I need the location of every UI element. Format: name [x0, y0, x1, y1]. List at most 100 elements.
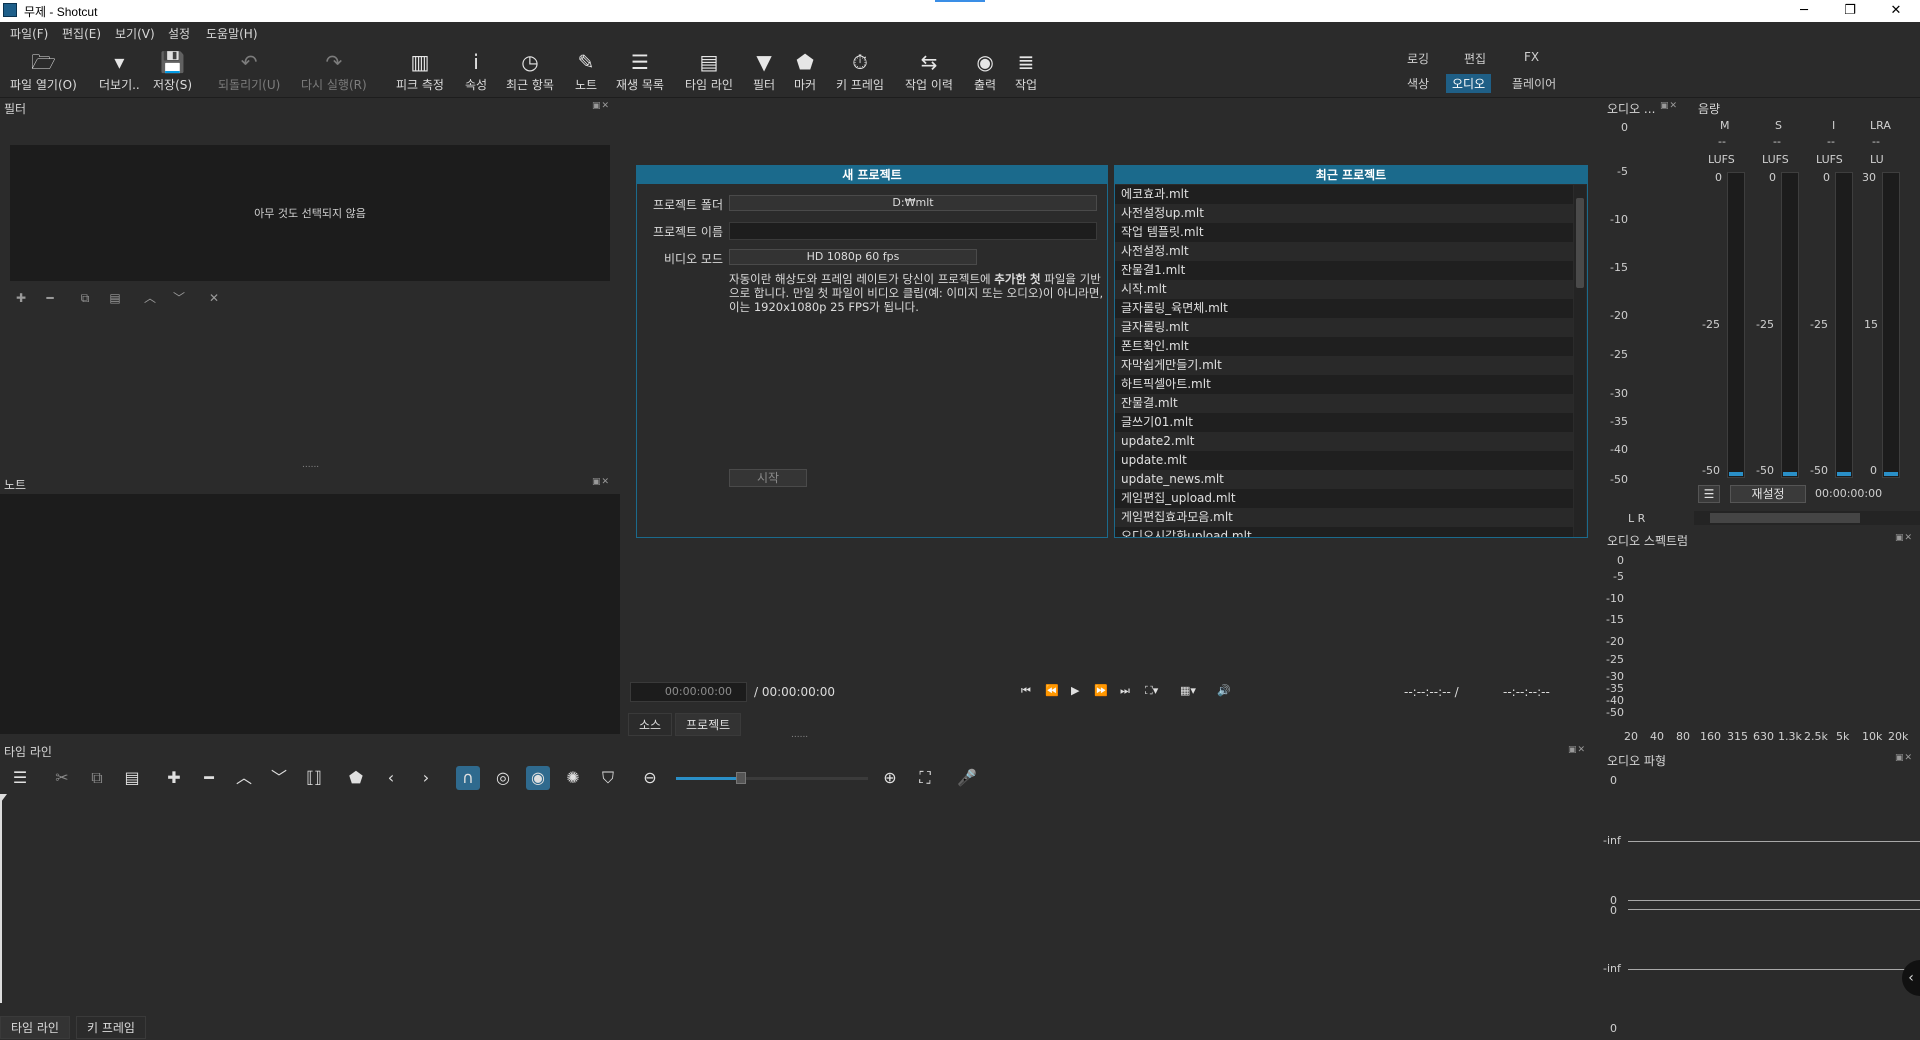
paste-filter-icon[interactable]: ▤	[106, 289, 124, 307]
peak-meter-button[interactable]: ▥ 피크 측정	[396, 48, 444, 93]
loudness-reset-button[interactable]: 재설정	[1730, 485, 1806, 503]
loudness-scrollbar[interactable]	[1694, 511, 1920, 525]
menu-help[interactable]: 도움말(H)	[206, 25, 258, 42]
list-item[interactable]: 잔물결1.mlt	[1115, 261, 1573, 280]
splitter-handle[interactable]: ......	[791, 730, 808, 740]
project-name-field[interactable]	[729, 222, 1097, 240]
notes-editor[interactable]	[0, 494, 620, 734]
spectrum-float-close[interactable]: ▣✕	[1895, 533, 1913, 543]
menu-edit[interactable]: 편집(E)	[62, 25, 101, 42]
record-audio-icon[interactable]: 🎤	[955, 766, 979, 790]
ripple-icon[interactable]: ◉	[526, 766, 550, 790]
zoom-out-icon[interactable]: ⊖	[638, 766, 662, 790]
properties-button[interactable]: i 속성	[465, 48, 487, 93]
skip-end-icon[interactable]: ⏭	[1120, 684, 1130, 698]
splitter-handle[interactable]: ......	[302, 460, 319, 470]
markers-button[interactable]: ⬟ 마커	[794, 48, 816, 93]
append-icon[interactable]: ✚	[162, 766, 186, 790]
list-item[interactable]: 시작.mlt	[1115, 280, 1573, 299]
layout-color[interactable]: 색상	[1407, 75, 1429, 92]
list-item[interactable]: 자막쉽게만들기.mlt	[1115, 356, 1573, 375]
ripple-markers-icon[interactable]: ⛉	[596, 766, 620, 790]
marker-icon[interactable]: ⬟	[344, 766, 368, 790]
open-file-button[interactable]: 🗁 파일 열기(O)	[10, 48, 77, 93]
more-button[interactable]: ▾ 더보기..	[99, 48, 140, 93]
start-button[interactable]: 시작	[729, 469, 807, 487]
volume-icon[interactable]: 🔊	[1217, 684, 1231, 697]
playhead[interactable]	[0, 797, 2, 1003]
list-item[interactable]: 작업 템플릿.mlt	[1115, 223, 1573, 242]
ripple-all-icon[interactable]: ✺	[561, 766, 585, 790]
video-mode-select[interactable]: HD 1080p 60 fps	[729, 249, 977, 265]
timeline-panel-float-close[interactable]: ▣✕	[1568, 745, 1586, 755]
fast-forward-icon[interactable]: ⏩	[1094, 684, 1108, 697]
timeline-button[interactable]: ▤ 타임 라인	[685, 48, 733, 93]
list-item[interactable]: update2.mlt	[1115, 432, 1573, 451]
timeline-tracks[interactable]	[0, 794, 1600, 1016]
zoom-fit-icon[interactable]: ⛶▾	[1145, 684, 1158, 698]
ripple-delete-icon[interactable]: ━	[197, 766, 221, 790]
waveform-float-close[interactable]: ▣✕	[1895, 753, 1913, 763]
filters-panel-float-close[interactable]: ▣✕	[592, 101, 610, 111]
recent-scrollbar-thumb[interactable]	[1576, 198, 1584, 288]
loudness-menu-icon[interactable]: ☰	[1698, 485, 1720, 503]
add-filter-icon[interactable]: ✚	[12, 289, 30, 307]
layout-fx[interactable]: FX	[1524, 50, 1539, 64]
side-collapse-icon[interactable]: ‹	[1902, 960, 1920, 996]
lift-icon[interactable]: ︿	[232, 766, 256, 790]
list-item[interactable]: 오디오시각화upload.mlt	[1115, 527, 1573, 537]
remove-filter-icon[interactable]: ━	[41, 289, 59, 307]
menu-settings[interactable]: 설정	[168, 25, 190, 42]
playlist-button[interactable]: ☰ 재생 목록	[616, 48, 664, 93]
snap-icon[interactable]: ∩	[456, 766, 480, 790]
timecode-field[interactable]: 00:00:00:00	[630, 682, 747, 702]
filters-button[interactable]: ▼ 필터	[753, 48, 775, 93]
play-icon[interactable]: ▶	[1071, 684, 1079, 697]
previous-marker-icon[interactable]: ‹	[379, 766, 403, 790]
menu-file[interactable]: 파일(F)	[10, 25, 48, 42]
list-item[interactable]: 사전설정up.mlt	[1115, 204, 1573, 223]
notes-button[interactable]: ✎ 노트	[575, 48, 597, 93]
tab-keyframes[interactable]: 키 프레임	[76, 1016, 146, 1039]
filters-list[interactable]: 아무 것도 선택되지 않음	[10, 145, 610, 281]
list-item[interactable]: 글자롤링_육면체.mlt	[1115, 299, 1573, 318]
menu-view[interactable]: 보기(V)	[115, 25, 155, 42]
list-item[interactable]: 사전설정.mlt	[1115, 242, 1573, 261]
history-button[interactable]: ⇆ 작업 이력	[905, 48, 953, 93]
close-button[interactable]: ✕	[1873, 0, 1919, 22]
timeline-menu-icon[interactable]: ☰	[8, 766, 32, 790]
deselect-filter-icon[interactable]: ✕	[205, 289, 223, 307]
recent-button[interactable]: ◷ 최근 항목	[506, 48, 554, 93]
keyframes-button[interactable]: ⏱ 키 프레임	[836, 48, 884, 93]
jobs-button[interactable]: ≣ 작업	[1015, 48, 1037, 93]
move-up-icon[interactable]: ︿	[141, 289, 159, 307]
undo-button[interactable]: ↶ 되돌리기(U)	[218, 48, 280, 93]
list-item[interactable]: 게임편집효과모음.mlt	[1115, 508, 1573, 527]
copy-filter-icon[interactable]: ⧉	[76, 289, 94, 307]
overwrite-icon[interactable]: ﹀	[267, 766, 291, 790]
list-item[interactable]: 잔물결.mlt	[1115, 394, 1573, 413]
list-item[interactable]: 게임편집_upload.mlt	[1115, 489, 1573, 508]
tab-source[interactable]: 소스	[628, 713, 673, 736]
zoom-fit-timeline-icon[interactable]: ⛶	[913, 766, 937, 790]
tab-project[interactable]: 프로젝트	[675, 713, 742, 736]
project-folder-field[interactable]: D:₩mlt	[729, 195, 1097, 211]
minimize-button[interactable]: ─	[1781, 0, 1827, 22]
list-item[interactable]: 하트픽셀아트.mlt	[1115, 375, 1573, 394]
grid-icon[interactable]: ▦▾	[1180, 684, 1196, 697]
scrub-icon[interactable]: ◎	[491, 766, 515, 790]
zoom-slider-handle[interactable]	[736, 772, 746, 784]
move-down-icon[interactable]: ﹀	[170, 289, 188, 307]
layout-editing[interactable]: 편집	[1464, 50, 1486, 67]
save-button[interactable]: 💾 저장(S)	[153, 48, 192, 93]
cut-icon[interactable]: ✂	[50, 766, 74, 790]
next-marker-icon[interactable]: ›	[414, 766, 438, 790]
restore-button[interactable]: ❐	[1827, 0, 1873, 22]
layout-audio[interactable]: 오디오	[1446, 74, 1492, 93]
list-item[interactable]: 에코효과.mlt	[1115, 185, 1573, 204]
paste-icon[interactable]: ▤	[120, 766, 144, 790]
layout-player[interactable]: 플레이어	[1512, 75, 1556, 92]
skip-start-icon[interactable]: ⏮	[1021, 684, 1031, 698]
list-item[interactable]: update_news.mlt	[1115, 470, 1573, 489]
copy-icon[interactable]: ⧉	[85, 766, 109, 790]
